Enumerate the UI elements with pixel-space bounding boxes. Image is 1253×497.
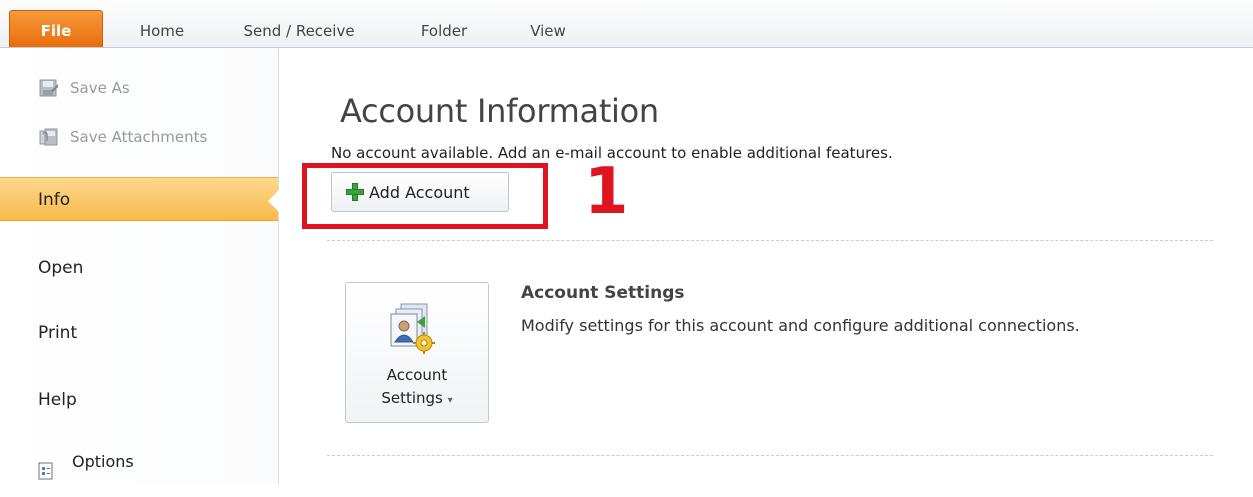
nav-item-info[interactable]: Info (0, 177, 279, 221)
nav-item-help[interactable]: Help (0, 378, 278, 422)
backstage-nav: Save As Save Attachments Info Open Print… (0, 48, 279, 484)
section-divider (327, 240, 1213, 241)
tab-view[interactable]: View (514, 11, 582, 47)
nav-item-options[interactable]: Options (0, 440, 278, 484)
dropdown-arrow-icon: ▾ (447, 395, 453, 406)
nav-item-print[interactable]: Print (0, 311, 278, 355)
nav-item-options-label: Options (72, 452, 134, 471)
nav-item-open-label: Open (38, 258, 84, 278)
save-attachments-label: Save Attachments (70, 128, 208, 146)
tab-folder[interactable]: Folder (404, 11, 484, 47)
ribbon-tab-bar: File Home Send / Receive Folder View (0, 0, 1253, 48)
account-settings-button-line2: Settings ▾ (381, 389, 453, 407)
annotation-highlight-box (302, 163, 548, 229)
account-settings-heading: Account Settings (521, 283, 685, 303)
save-as-icon (39, 79, 59, 97)
account-settings-button[interactable]: Account Settings ▾ (345, 282, 489, 423)
save-as-label: Save As (70, 79, 130, 97)
tab-home[interactable]: Home (128, 11, 196, 47)
annotation-step-number: 1 (584, 155, 629, 229)
save-attachments-command[interactable]: Save Attachments (39, 126, 207, 148)
nav-item-info-label: Info (38, 190, 71, 210)
options-icon (38, 453, 54, 480)
account-settings-button-line1: Account (386, 366, 448, 384)
tab-file[interactable]: File (9, 10, 103, 47)
nav-item-print-label: Print (38, 323, 78, 343)
nav-item-open[interactable]: Open (0, 246, 278, 290)
save-as-command[interactable]: Save As (39, 77, 130, 99)
account-settings-description: Modify settings for this account and con… (521, 316, 1080, 335)
nav-item-help-label: Help (38, 390, 77, 410)
account-settings-icon (387, 302, 439, 358)
tab-send-receive[interactable]: Send / Receive (228, 11, 370, 47)
section-divider-bottom (327, 455, 1213, 456)
page-title: Account Information (340, 92, 659, 130)
save-attachments-icon (39, 128, 59, 146)
